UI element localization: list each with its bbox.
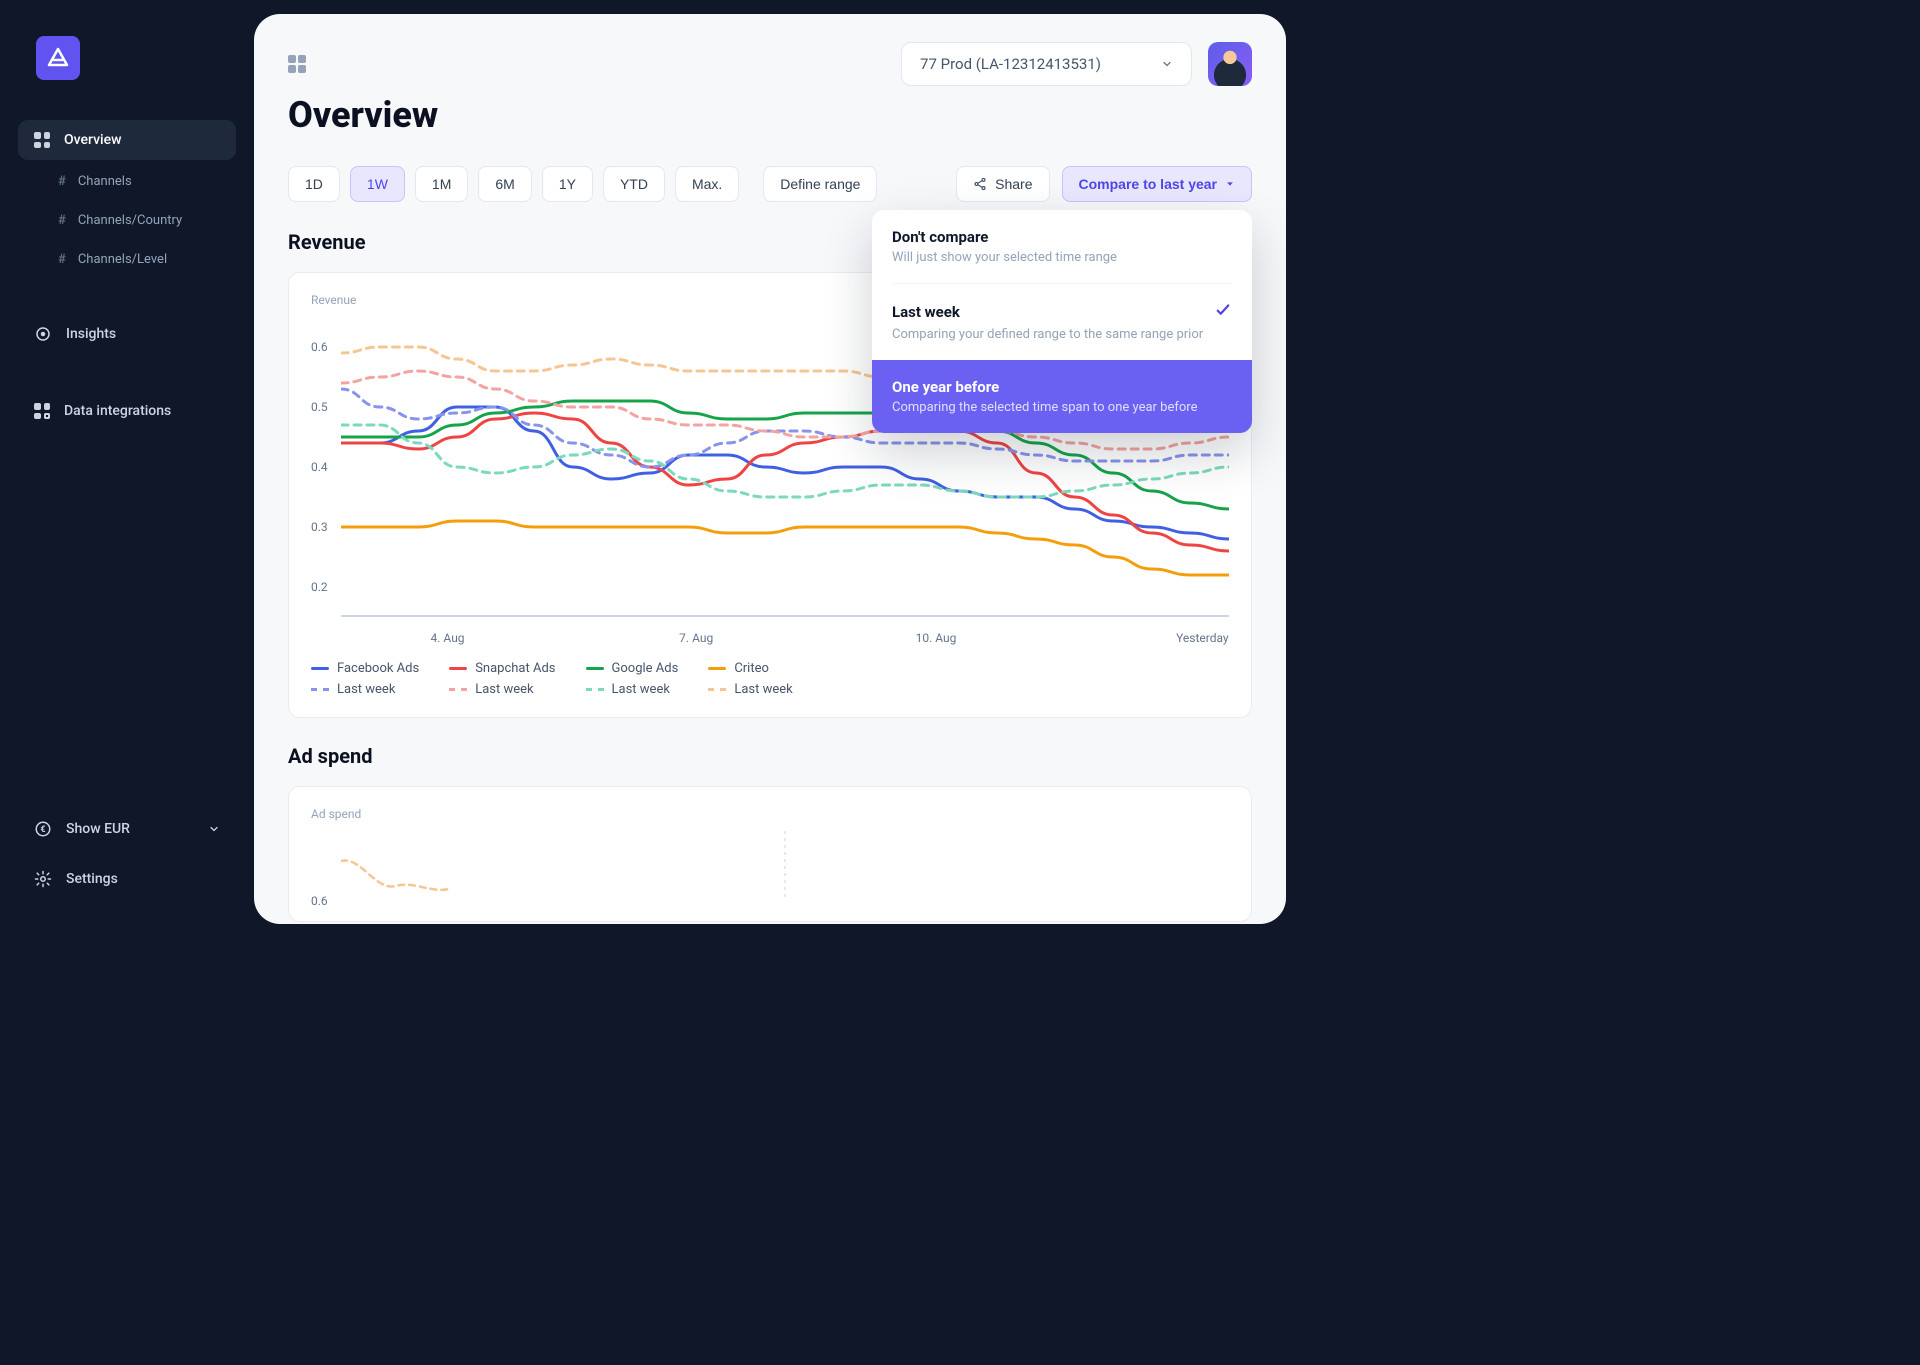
settings-label: Settings <box>66 871 118 887</box>
y-tick: 0.5 <box>311 400 328 414</box>
y-tick: 0.4 <box>311 460 328 474</box>
compare-dropdown: Don't compare Will just show your select… <box>872 210 1252 433</box>
compare-option-one-year[interactable]: One year before Comparing the selected t… <box>872 360 1252 433</box>
x-tick: Yesterday <box>1176 631 1229 645</box>
user-avatar[interactable] <box>1208 42 1252 86</box>
apps-icon[interactable] <box>288 55 306 73</box>
main-content: 77 Prod (LA-12312413531) Overview 1D 1W … <box>254 14 1286 924</box>
account-selected-label: 77 Prod (LA-12312413531) <box>920 55 1101 73</box>
compare-button[interactable]: Compare to last year <box>1062 166 1253 202</box>
euro-icon: € <box>34 820 52 838</box>
time-range-group: 1D 1W 1M 6M 1Y YTD Max. Define range <box>288 166 877 202</box>
y-tick: 0.6 <box>311 340 328 354</box>
sidebar-item-label: Channels/Country <box>78 213 182 228</box>
x-tick: 10. Aug <box>916 631 957 645</box>
sidebar-item-settings[interactable]: Settings <box>18 858 236 900</box>
legend-item[interactable]: Google Ads <box>586 661 679 676</box>
caret-down-icon <box>1225 179 1235 189</box>
share-icon <box>973 177 987 191</box>
compare-option-none[interactable]: Don't compare Will just show your select… <box>872 210 1252 283</box>
main-nav: Overview # Channels # Channels/Country #… <box>18 120 236 808</box>
legend-item[interactable]: Criteo <box>708 661 792 676</box>
range-6m[interactable]: 6M <box>478 166 531 202</box>
grid-icon <box>34 132 50 148</box>
sidebar: Overview # Channels # Channels/Country #… <box>0 0 254 924</box>
section-title-adspend: Ad spend <box>288 744 1252 768</box>
sidebar-item-label: Data integrations <box>64 403 171 419</box>
sidebar-item-channels-level[interactable]: # Channels/Level <box>18 242 236 277</box>
y-tick: 0.2 <box>311 580 328 594</box>
integrations-icon <box>34 403 50 419</box>
sidebar-item-overview[interactable]: Overview <box>18 120 236 160</box>
hash-icon: # <box>58 174 66 189</box>
range-max[interactable]: Max. <box>675 166 739 202</box>
check-icon <box>1214 301 1232 323</box>
legend-item[interactable]: Facebook Ads <box>311 661 419 676</box>
hash-icon: # <box>58 213 66 228</box>
x-tick: 7. Aug <box>679 631 713 645</box>
page-title: Overview <box>288 94 1252 136</box>
adspend-card: Ad spend 0.6 <box>288 786 1252 922</box>
x-tick: 4. Aug <box>431 631 465 645</box>
hash-icon: # <box>58 252 66 267</box>
adspend-chart: 0.6 <box>311 831 1229 901</box>
sidebar-item-label: Overview <box>64 132 121 148</box>
legend-item[interactable]: Snapchat Ads <box>449 661 555 676</box>
range-1d[interactable]: 1D <box>288 166 340 202</box>
chevron-down-icon <box>1161 58 1173 70</box>
y-tick: 0.3 <box>311 520 328 534</box>
share-button[interactable]: Share <box>956 166 1049 202</box>
chart-axis-label: Ad spend <box>311 807 1229 821</box>
legend-item[interactable]: Last week <box>708 682 792 697</box>
share-label: Share <box>995 176 1032 192</box>
compare-option-title: Last week <box>892 303 960 321</box>
revenue-legend: Facebook Ads Last week Snapchat Ads Last we… <box>311 661 1229 697</box>
gear-icon <box>34 870 52 888</box>
insights-icon <box>34 325 52 343</box>
range-1y[interactable]: 1Y <box>542 166 593 202</box>
compare-option-title: One year before <box>892 378 999 396</box>
sidebar-item-label: Channels/Level <box>78 252 167 267</box>
y-tick: 0.6 <box>311 894 328 908</box>
sidebar-item-data-integrations[interactable]: Data integrations <box>18 391 236 431</box>
legend-item[interactable]: Last week <box>449 682 555 697</box>
app-logo <box>36 36 80 80</box>
currency-label: Show EUR <box>66 821 130 837</box>
svg-text:€: € <box>40 825 45 835</box>
legend-item[interactable]: Last week <box>586 682 679 697</box>
sidebar-item-channels[interactable]: # Channels <box>18 164 236 199</box>
compare-option-title: Don't compare <box>892 228 988 246</box>
define-range-button[interactable]: Define range <box>763 166 877 202</box>
legend-item[interactable]: Last week <box>311 682 419 697</box>
sidebar-item-channels-country[interactable]: # Channels/Country <box>18 203 236 238</box>
compare-option-last-week[interactable]: Last week Comparing your defined range t… <box>872 283 1252 360</box>
compare-option-desc: Comparing your defined range to the same… <box>892 327 1232 342</box>
compare-label: Compare to last year <box>1079 176 1218 192</box>
range-1m[interactable]: 1M <box>415 166 468 202</box>
chevron-down-icon <box>208 823 220 835</box>
compare-option-desc: Will just show your selected time range <box>892 250 1232 265</box>
compare-option-desc: Comparing the selected time span to one … <box>892 400 1232 415</box>
range-1w[interactable]: 1W <box>350 166 405 202</box>
account-selector[interactable]: 77 Prod (LA-12312413531) <box>901 42 1192 86</box>
range-ytd[interactable]: YTD <box>603 166 665 202</box>
sidebar-item-label: Channels <box>78 174 132 189</box>
currency-switcher[interactable]: € Show EUR <box>18 808 236 850</box>
sidebar-item-insights[interactable]: Insights <box>18 313 236 355</box>
sidebar-item-label: Insights <box>66 326 116 342</box>
